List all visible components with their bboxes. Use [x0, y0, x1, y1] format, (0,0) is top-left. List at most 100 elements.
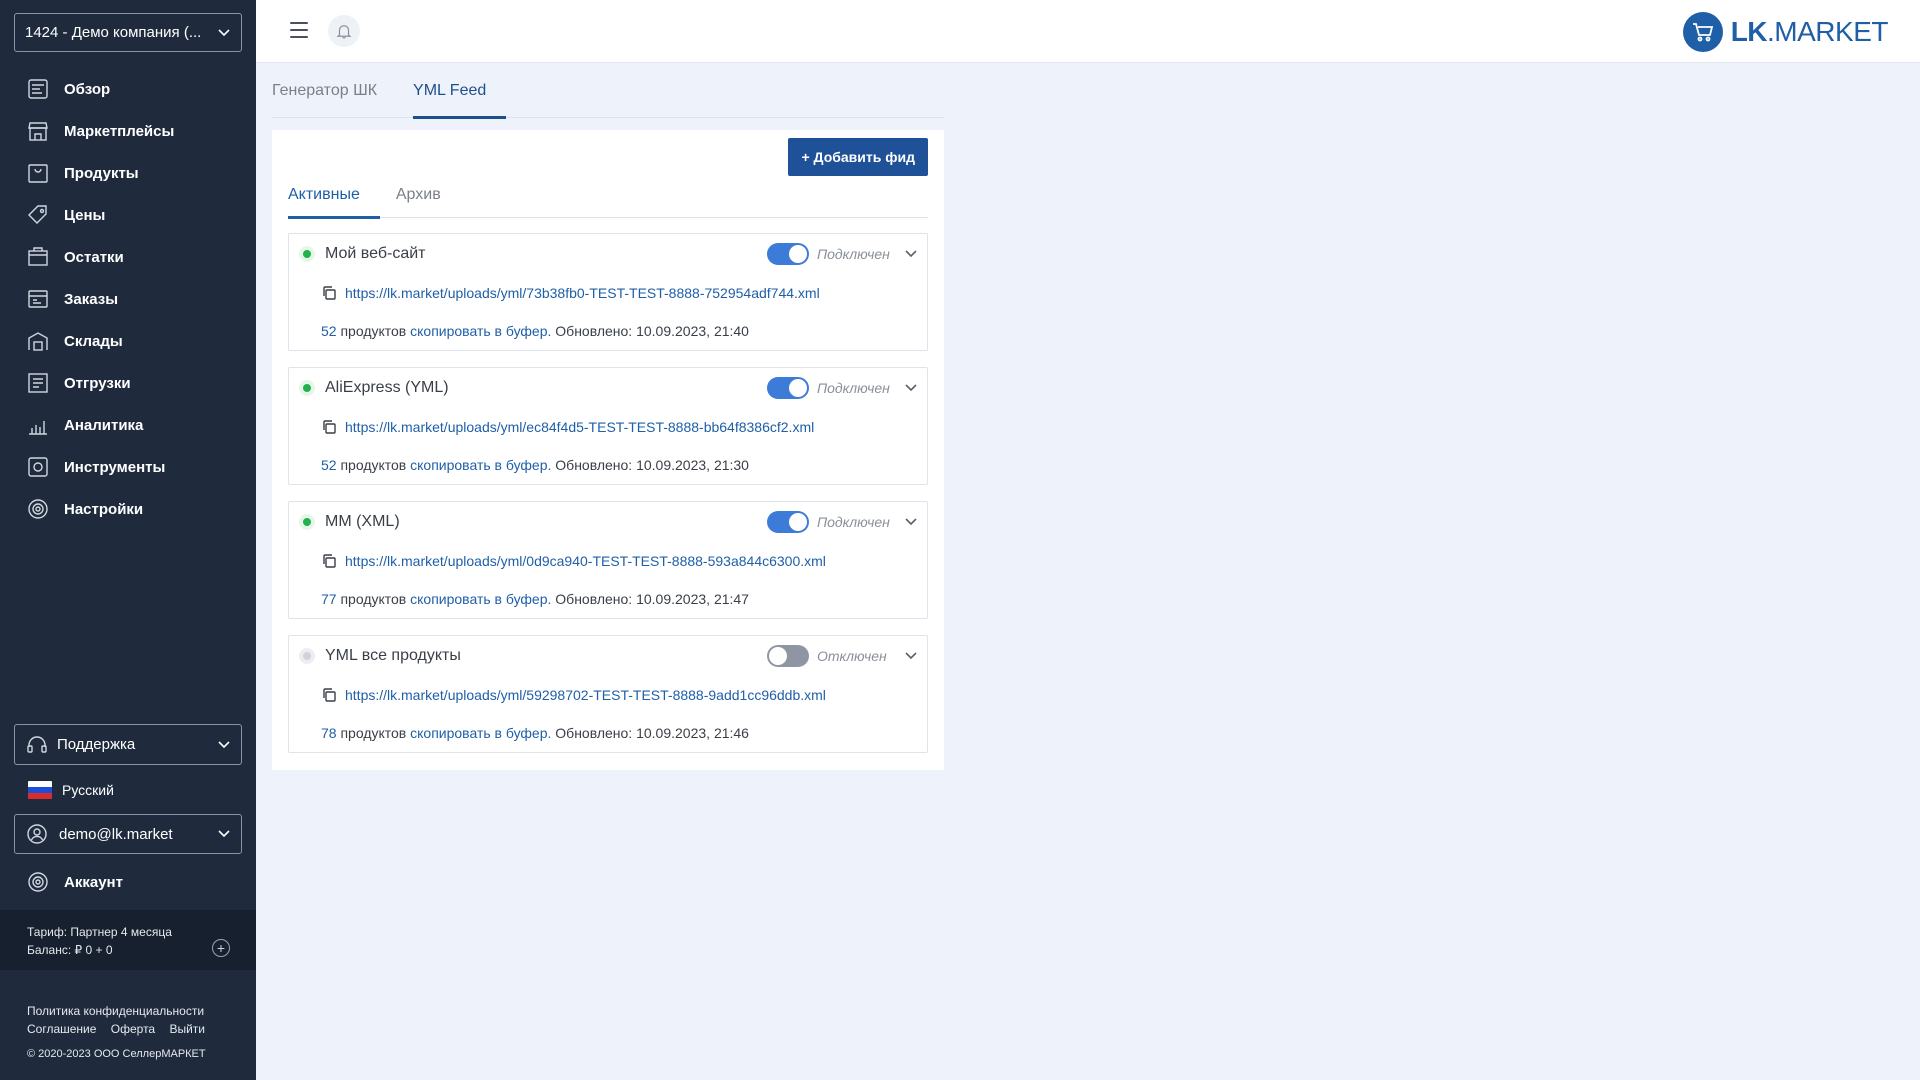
copy-icon[interactable]	[321, 687, 337, 703]
copy-to-clipboard-link[interactable]: скопировать в буфер.	[410, 323, 551, 339]
feed-card: YML все продукты Отключен https://lk.mar…	[288, 635, 928, 753]
sidebar-item-tools[interactable]: Инструменты	[0, 446, 256, 488]
feed-name: Мой веб-сайт	[325, 245, 426, 262]
main-tabs: Генератор ШК YML Feed	[272, 78, 944, 119]
feed-card: AliExpress (YML) Подключен https://lk.ma…	[288, 367, 928, 485]
chevron-down-icon	[217, 827, 231, 841]
privacy-link[interactable]: Политика конфиденциальности	[27, 1002, 216, 1020]
user-select[interactable]: demo@lk.market	[14, 814, 242, 854]
sidebar-item-label: Цены	[64, 206, 106, 224]
feed-url-link[interactable]: https://lk.market/uploads/yml/73b38fb0-T…	[345, 285, 820, 301]
products-word: продуктов	[336, 591, 411, 607]
feed-url-link[interactable]: https://lk.market/uploads/yml/59298702-T…	[345, 687, 826, 703]
copy-icon[interactable]	[321, 553, 337, 569]
products-word: продуктов	[336, 457, 411, 473]
sidebar-item-label: Продукты	[64, 164, 139, 182]
logout-link[interactable]: Выйти	[169, 1022, 205, 1036]
bell-icon[interactable]	[328, 15, 360, 47]
add-balance-button[interactable]: +	[212, 939, 230, 957]
sidebar-item-settings[interactable]: Настройки	[0, 488, 256, 530]
support-select[interactable]: Поддержка	[14, 724, 242, 765]
updated-text: Обновлено: 10.09.2023, 21:47	[551, 591, 749, 607]
sidebar-item-account[interactable]: Аккаунт	[26, 868, 123, 896]
cart-logo-icon	[1682, 12, 1723, 52]
copy-icon[interactable]	[321, 419, 337, 435]
settings-icon	[26, 497, 50, 521]
tab-barcode-generator[interactable]: Генератор ШК	[272, 78, 377, 118]
feed-status-label: Подключен	[817, 380, 890, 396]
chevron-down-icon[interactable]	[899, 376, 923, 400]
feed-toggle[interactable]	[767, 243, 809, 265]
add-feed-button[interactable]: + Добавить фид	[788, 138, 928, 176]
updated-text: Обновлено: 10.09.2023, 21:46	[551, 725, 749, 741]
analytics-icon	[26, 413, 50, 437]
tariff-box: Тариф: Партнер 4 месяца Баланс: ₽ 0 + 0 …	[0, 910, 256, 970]
feed-sub-tabs: Активные Архив	[288, 186, 928, 219]
overview-icon	[26, 77, 50, 101]
status-dot-icon	[299, 380, 315, 396]
feed-url-link[interactable]: https://lk.market/uploads/yml/ec84f4d5-T…	[345, 419, 814, 435]
offer-link[interactable]: Оферта	[111, 1022, 155, 1036]
feed-header[interactable]: YML все продукты Отключен	[289, 636, 927, 676]
logo-bold: LK	[1730, 16, 1768, 47]
tab-archive[interactable]: Архив	[396, 186, 441, 218]
sidebar-item-shipments[interactable]: Отгрузки	[0, 362, 256, 404]
copy-to-clipboard-link[interactable]: скопировать в буфер.	[410, 457, 551, 473]
feed-header[interactable]: Мой веб-сайт Подключен	[289, 234, 927, 274]
sidebar: 1424 - Демо компания (... Обзор Маркетпл…	[0, 0, 256, 1080]
feed-header[interactable]: AliExpress (YML) Подключен	[289, 368, 927, 408]
sidebar-item-marketplaces[interactable]: Маркетплейсы	[0, 110, 256, 152]
feed-status-label: Подключен	[817, 514, 890, 530]
logo-rest: .MARKET	[1767, 16, 1888, 47]
sidebar-item-overview[interactable]: Обзор	[0, 68, 256, 110]
chevron-down-icon[interactable]	[899, 242, 923, 266]
sidebar-item-products[interactable]: Продукты	[0, 152, 256, 194]
tab-active[interactable]: Активные	[288, 186, 380, 219]
sidebar-item-stock[interactable]: Остатки	[0, 236, 256, 278]
sidebar-item-orders[interactable]: Заказы	[0, 278, 256, 320]
chevron-down-icon[interactable]	[899, 644, 923, 668]
feed-url-row: https://lk.market/uploads/yml/ec84f4d5-T…	[321, 419, 814, 435]
feed-url-link[interactable]: https://lk.market/uploads/yml/0d9ca940-T…	[345, 553, 826, 569]
products-word: продуктов	[336, 725, 411, 741]
agreement-link[interactable]: Соглашение	[27, 1022, 96, 1036]
sidebar-item-prices[interactable]: Цены	[0, 194, 256, 236]
copy-to-clipboard-link[interactable]: скопировать в буфер.	[410, 725, 551, 741]
product-count: 52	[321, 323, 337, 339]
sidebar-item-warehouses[interactable]: Склады	[0, 320, 256, 362]
language-label: Русский	[62, 782, 114, 798]
copy-to-clipboard-link[interactable]: скопировать в буфер.	[410, 591, 551, 607]
footer-links: Политика конфиденциальности Соглашение О…	[27, 1002, 216, 1038]
prices-icon	[26, 203, 50, 227]
chevron-down-icon	[217, 26, 231, 40]
logo[interactable]: LK.MARKET	[1682, 11, 1888, 53]
chevron-down-icon[interactable]	[899, 510, 923, 534]
status-dot-icon	[299, 246, 315, 262]
feed-meta: 78 продуктов скопировать в буфер. Обновл…	[321, 725, 749, 741]
products-icon	[26, 161, 50, 185]
feed-name: MM (XML)	[325, 513, 400, 530]
feed-name: AliExpress (YML)	[325, 379, 449, 396]
russian-flag-icon	[28, 781, 52, 799]
product-count: 77	[321, 591, 337, 607]
sidebar-item-label: Заказы	[64, 290, 119, 308]
feed-url-row: https://lk.market/uploads/yml/73b38fb0-T…	[321, 285, 820, 301]
company-select-label: 1424 - Демо компания (...	[25, 24, 202, 41]
feed-toggle[interactable]	[767, 511, 809, 533]
feed-header[interactable]: MM (XML) Подключен	[289, 502, 927, 542]
copy-icon[interactable]	[321, 285, 337, 301]
sidebar-item-label: Инструменты	[64, 458, 166, 476]
language-selector[interactable]: Русский	[28, 778, 114, 802]
tab-yml-feed[interactable]: YML Feed	[413, 78, 507, 119]
feed-name: YML все продукты	[325, 647, 461, 664]
feed-status-label: Подключен	[817, 246, 890, 262]
hamburger-menu-icon[interactable]	[290, 22, 308, 38]
feed-toggle[interactable]	[767, 645, 809, 667]
shipments-icon	[26, 371, 50, 395]
company-select[interactable]: 1424 - Демо компания (...	[14, 13, 242, 52]
orders-icon	[26, 287, 50, 311]
sidebar-item-label: Настройки	[64, 500, 144, 518]
product-count: 52	[321, 457, 337, 473]
feed-toggle[interactable]	[767, 377, 809, 399]
sidebar-item-analytics[interactable]: Аналитика	[0, 404, 256, 446]
